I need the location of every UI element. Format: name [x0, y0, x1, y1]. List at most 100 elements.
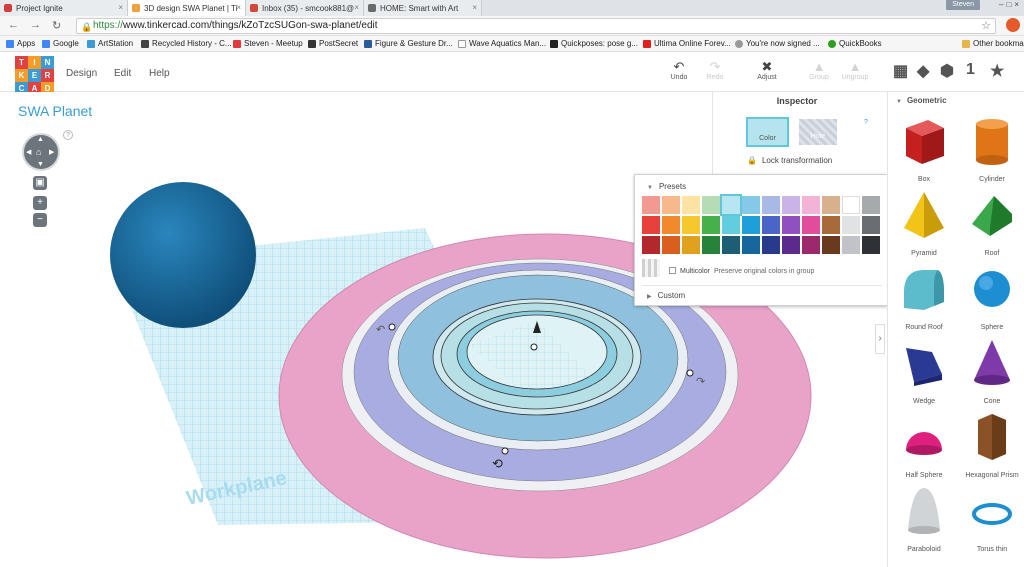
box-letter-icon[interactable]: ⬢ [940, 61, 954, 81]
close-tab-icon[interactable]: × [354, 3, 359, 12]
bookmark-item[interactable]: Wave Aquatics Man... [458, 39, 546, 48]
color-swatch[interactable] [802, 196, 820, 214]
bookmark-item[interactable]: QuickBooks [828, 39, 882, 48]
color-swatch[interactable] [682, 236, 700, 254]
bookmark-other[interactable]: Other bookmarks [962, 39, 1024, 48]
close-tab-icon[interactable]: × [118, 3, 123, 12]
bookmark-item[interactable]: ArtStation [87, 39, 133, 48]
rotate-handle-icon[interactable]: ⟲ [492, 456, 503, 471]
color-swatch[interactable] [642, 196, 660, 214]
color-swatch[interactable] [642, 216, 660, 234]
color-swatch[interactable] [722, 216, 740, 234]
color-swatch[interactable] [742, 216, 760, 234]
color-swatch[interactable] [662, 196, 680, 214]
bookmark-item[interactable]: Google [42, 39, 79, 48]
color-swatch[interactable] [842, 216, 860, 234]
rotate-handle-icon[interactable]: ↷ [696, 376, 705, 388]
shape-hexagonal-prism[interactable]: Hexagonal Prism [958, 410, 1024, 479]
browser-tab[interactable]: HOME: Smart with Art × [364, 0, 482, 16]
rotate-handle-icon[interactable]: ↶ [376, 324, 385, 336]
reload-icon[interactable]: ↻ [52, 19, 61, 32]
color-button[interactable]: Color [746, 117, 789, 147]
cube-icon[interactable]: ◆ [917, 61, 929, 81]
grid-icon[interactable]: ▦ [893, 61, 908, 81]
shape-cylinder[interactable]: Cylinder [958, 114, 1024, 183]
design-title[interactable]: SWA Planet [18, 103, 92, 119]
bookmark-item[interactable]: Ultima Online Forev... [643, 39, 731, 48]
menu-design[interactable]: Design [66, 68, 97, 79]
color-swatch[interactable] [720, 194, 742, 216]
custom-section[interactable]: ▶ Custom [647, 291, 685, 300]
sphere-object[interactable] [110, 182, 256, 328]
home-view-icon[interactable]: ⌂ [36, 147, 41, 157]
url-input[interactable]: 🔒 https://www.tinkercad.com/things/kZoTz… [76, 18, 996, 34]
browser-tab[interactable]: Project Ignite × [0, 0, 128, 16]
color-swatch[interactable] [742, 196, 760, 214]
shape-round-roof[interactable]: Round Roof [890, 262, 958, 331]
color-swatch[interactable] [662, 236, 680, 254]
shape-paraboloid[interactable]: Paraboloid [890, 484, 958, 553]
color-swatch[interactable] [862, 216, 880, 234]
center-handle[interactable] [530, 343, 538, 351]
shape-box[interactable]: Box [890, 114, 958, 183]
color-swatch[interactable] [742, 236, 760, 254]
color-swatch[interactable] [702, 216, 720, 234]
color-swatch[interactable] [842, 236, 860, 254]
color-swatch[interactable] [862, 236, 880, 254]
bookmark-item[interactable]: PostSecret [308, 39, 358, 48]
window-controls[interactable]: –□× [999, 0, 1022, 9]
forward-icon[interactable]: → [30, 19, 41, 31]
extension-icon[interactable] [1006, 18, 1020, 32]
hole-button[interactable]: Hole [799, 119, 837, 145]
multicolor-swatch[interactable] [642, 259, 660, 277]
view-navigator[interactable]: ▲ ▼ ◀ ▶ ⌂ [22, 133, 60, 171]
undo-button[interactable]: ↶ Undo [664, 60, 694, 82]
resize-handle[interactable] [501, 447, 509, 455]
adjust-button[interactable]: ✖ Adjust [752, 60, 782, 82]
color-swatch[interactable] [862, 196, 880, 214]
number-icon[interactable]: 1 [966, 61, 975, 79]
color-swatch[interactable] [702, 236, 720, 254]
pan-left-icon[interactable]: ◀ [26, 148, 31, 156]
color-swatch[interactable] [822, 196, 840, 214]
color-swatch[interactable] [822, 216, 840, 234]
back-icon[interactable]: ← [8, 19, 19, 31]
redo-button[interactable]: ↷ Redo [700, 60, 730, 82]
menu-help[interactable]: Help [149, 68, 170, 79]
zoom-out-icon[interactable]: − [33, 213, 47, 227]
bookmark-item[interactable]: Quickposes: pose g... [550, 39, 638, 48]
presets-section[interactable]: ▼ Presets [647, 182, 686, 191]
group-button[interactable]: ▲ Group [804, 60, 834, 82]
pan-right-icon[interactable]: ▶ [49, 148, 54, 156]
shape-sphere[interactable]: Sphere [958, 262, 1024, 331]
color-swatch[interactable] [782, 236, 800, 254]
color-swatch[interactable] [762, 216, 780, 234]
color-swatch[interactable] [782, 196, 800, 214]
bookmark-apps[interactable]: Apps [6, 39, 35, 48]
color-swatch[interactable] [662, 216, 680, 234]
color-swatch[interactable] [682, 216, 700, 234]
close-tab-icon[interactable]: × [236, 3, 241, 12]
category-header[interactable]: ▼ Geometric [896, 96, 947, 105]
menu-edit[interactable]: Edit [114, 68, 131, 79]
bookmark-item[interactable]: Figure & Gesture Dr... [364, 39, 453, 48]
tinkercad-logo[interactable]: TIN KER CAD [15, 56, 54, 95]
help-icon[interactable]: ? [63, 130, 73, 140]
color-swatch[interactable] [702, 196, 720, 214]
color-swatch[interactable] [802, 216, 820, 234]
multicolor-option[interactable]: Multicolor Preserve original colors in gr… [669, 267, 814, 275]
browser-tab-active[interactable]: 3D design SWA Planet | Ti × [128, 0, 246, 16]
color-swatch[interactable] [642, 236, 660, 254]
shape-half-sphere[interactable]: Half Sphere [890, 410, 958, 479]
pan-down-icon[interactable]: ▼ [37, 161, 44, 168]
shape-wedge[interactable]: Wedge [890, 336, 958, 405]
resize-handle[interactable] [388, 323, 396, 331]
fit-view-icon[interactable]: ▣ [33, 176, 47, 190]
bookmark-item[interactable]: You're now signed ... [735, 39, 820, 48]
multicolor-checkbox[interactable] [669, 267, 676, 274]
color-swatch[interactable] [782, 216, 800, 234]
close-tab-icon[interactable]: × [472, 3, 477, 12]
shape-torus-thin[interactable]: Torus thin [958, 484, 1024, 553]
ungroup-button[interactable]: ▲ Ungroup [840, 60, 870, 82]
color-swatch[interactable] [682, 196, 700, 214]
